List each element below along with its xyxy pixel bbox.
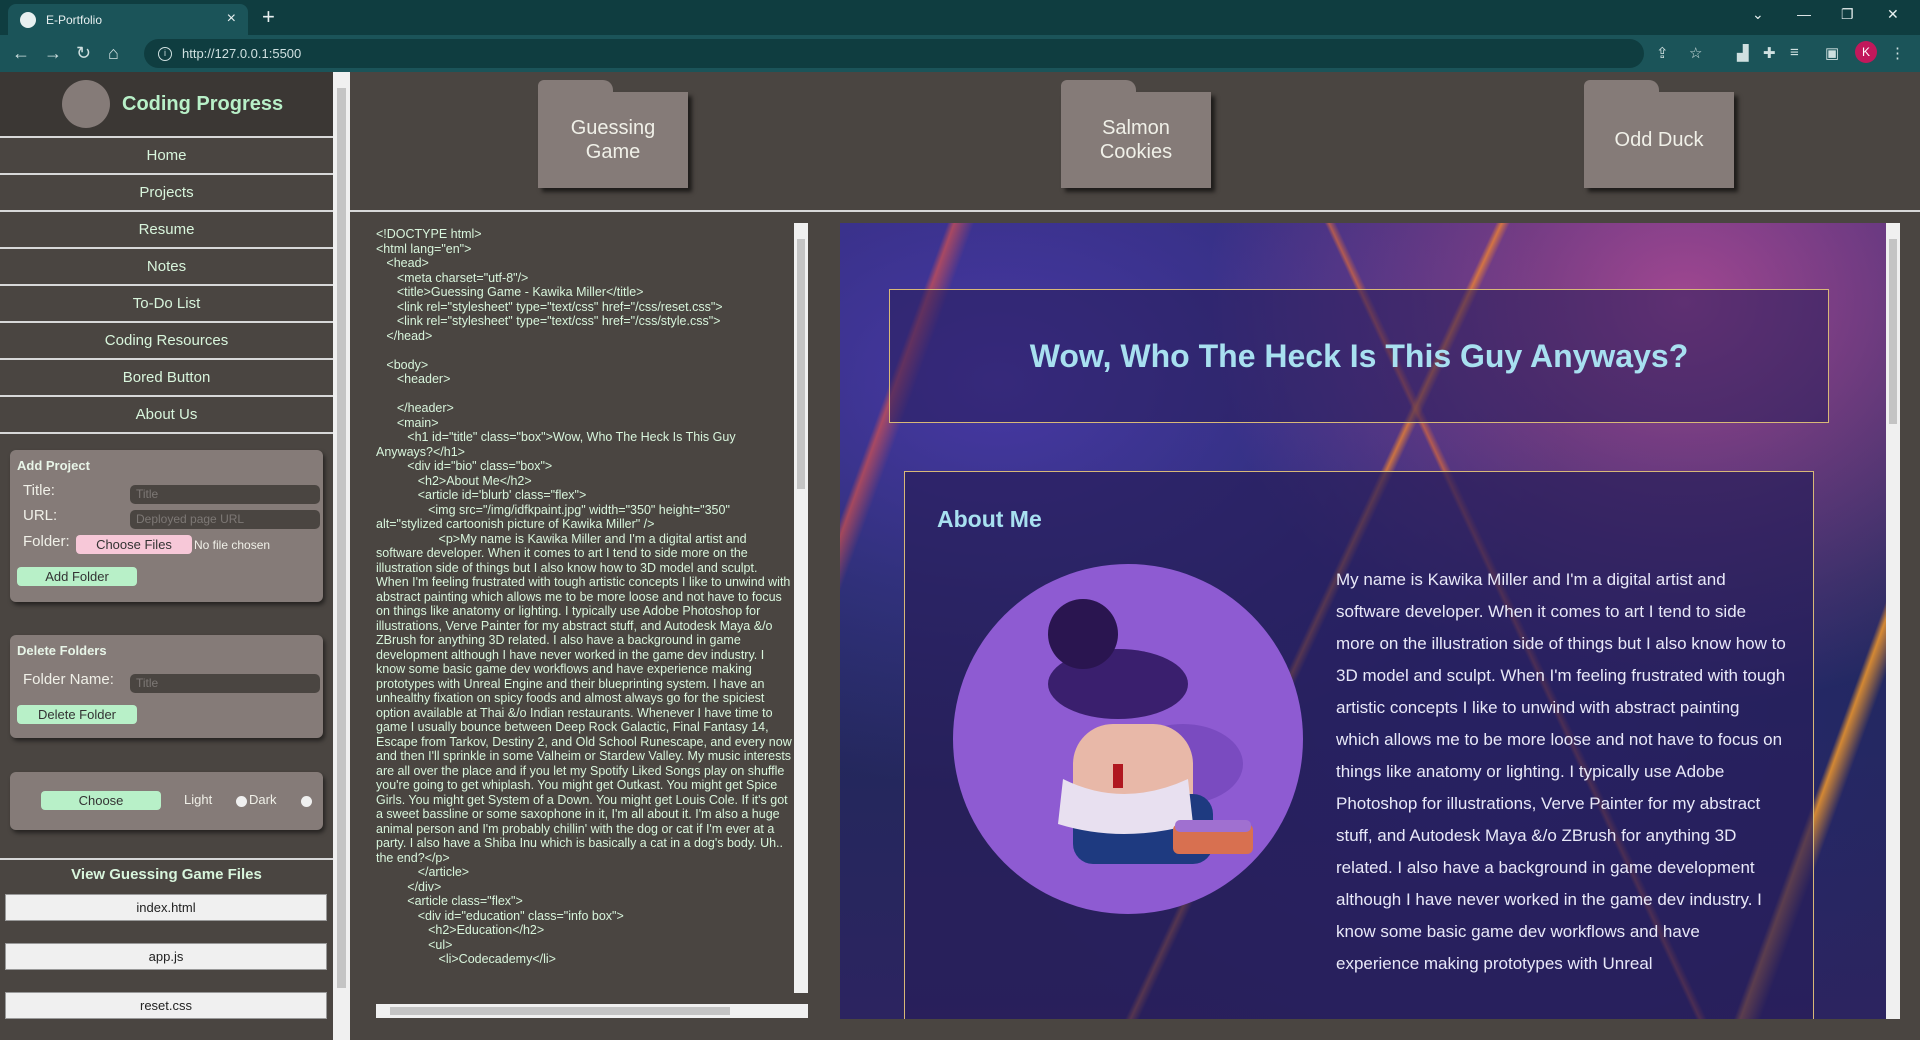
window-close-icon[interactable]: ✕: [1887, 6, 1899, 23]
add-project-card: Add Project Title: Title URL: Deployed p…: [10, 450, 323, 602]
preview-hero: Wow, Who The Heck Is This Guy Anyways?: [889, 289, 1829, 423]
sidebar-scroll-thumb[interactable]: [337, 88, 346, 988]
about-me-heading: About Me: [937, 506, 1042, 532]
favicon-icon: [20, 11, 36, 28]
site-info-icon[interactable]: i: [158, 46, 172, 61]
dark-radio[interactable]: [301, 796, 312, 807]
nav-item-about-us[interactable]: About Us: [0, 397, 333, 434]
address-bar[interactable]: i http://127.0.0.1:5500: [144, 39, 1644, 68]
dark-label: Dark: [249, 792, 277, 807]
file-button-app-js[interactable]: app.js: [5, 943, 327, 970]
folder-label: Guessing Game: [570, 117, 656, 163]
bookmark-star-icon[interactable]: ☆: [1689, 44, 1702, 62]
page-preview: Wow, Who The Heck Is This Guy Anyways? A…: [840, 223, 1895, 1019]
nav-item-resume[interactable]: Resume: [0, 212, 333, 249]
nav-item-projects[interactable]: Projects: [0, 175, 333, 212]
avatar-illustration: [953, 564, 1303, 914]
url-input[interactable]: Deployed page URL: [130, 510, 320, 529]
preview-scrollbar[interactable]: [1886, 223, 1900, 1019]
nav-item-todo[interactable]: To-Do List: [0, 286, 333, 323]
back-icon[interactable]: ←: [12, 43, 30, 64]
delete-folders-card: Delete Folders Folder Name: Title Delete…: [10, 635, 323, 738]
folder-label: Odd Duck: [1614, 129, 1704, 151]
preview-scroll-thumb[interactable]: [1889, 239, 1897, 424]
new-tab-icon[interactable]: +: [262, 4, 275, 30]
light-label: Light: [184, 792, 213, 807]
menu-kebab-icon[interactable]: ⋮: [1890, 44, 1905, 62]
nav-item-notes[interactable]: Notes: [0, 249, 333, 286]
delete-folder-button[interactable]: Delete Folder: [17, 705, 137, 724]
add-project-title: Add Project: [17, 458, 90, 473]
delete-folders-title: Delete Folders: [17, 643, 107, 658]
folder-guessing-game[interactable]: Guessing Game: [538, 80, 688, 188]
nav-list: Home Projects Resume Notes To-Do List Co…: [0, 138, 333, 434]
folder-odd-duck[interactable]: Odd Duck: [1584, 80, 1734, 188]
file-button-index-html[interactable]: index.html: [5, 894, 327, 921]
choose-files-button[interactable]: Choose Files: [76, 535, 192, 554]
file-button-reset-css[interactable]: reset.css: [5, 992, 327, 1019]
add-folder-button[interactable]: Add Folder: [17, 567, 137, 586]
url-text: http://127.0.0.1:5500: [182, 46, 302, 61]
extension-icon[interactable]: ▟: [1737, 44, 1749, 62]
code-vertical-scrollbar[interactable]: [794, 223, 808, 993]
title-input[interactable]: Title: [130, 485, 320, 504]
home-icon[interactable]: ⌂: [108, 43, 119, 64]
nav-item-bored-button[interactable]: Bored Button: [0, 360, 333, 397]
folders-bar: Guessing Game Salmon Cookies Odd Duck: [350, 72, 1920, 212]
side-panel-icon[interactable]: ▣: [1825, 44, 1839, 62]
choose-theme-button[interactable]: Choose: [41, 791, 161, 810]
folder-name-label: Folder Name:: [23, 671, 114, 688]
folder-label: Salmon Cookies: [1099, 117, 1173, 163]
browser-tab[interactable]: E-Portfolio ×: [8, 4, 248, 35]
code-viewer[interactable]: <!DOCTYPE html> <html lang="en"> <head> …: [376, 223, 808, 1019]
sidebar: Coding Progress Home Projects Resume Not…: [0, 72, 333, 1040]
tab-search-icon[interactable]: ⌄: [1752, 6, 1764, 23]
minimize-icon[interactable]: —: [1797, 6, 1811, 22]
browser-tab-bar: E-Portfolio × + ⌄ — ❐ ✕: [0, 0, 1920, 35]
url-label: URL:: [23, 507, 58, 524]
code-horizontal-scrollbar[interactable]: [376, 1004, 808, 1018]
preview-bio: About Me My name is Kawika Miller and I'…: [904, 471, 1814, 1019]
close-tab-icon[interactable]: ×: [227, 10, 236, 28]
share-icon[interactable]: ⇪: [1656, 44, 1669, 62]
folder-label: Folder:: [23, 533, 70, 550]
sidebar-scrollbar[interactable]: [333, 72, 350, 1040]
preview-heading: Wow, Who The Heck Is This Guy Anyways?: [1029, 337, 1689, 374]
light-radio[interactable]: [236, 796, 247, 807]
folder-salmon-cookies[interactable]: Salmon Cookies: [1061, 80, 1211, 188]
code-text: <!DOCTYPE html> <html lang="en"> <head> …: [376, 227, 792, 966]
media-control-icon[interactable]: ≡: [1790, 44, 1799, 61]
brand-logo: [62, 80, 110, 128]
files-title: View Guessing Game Files: [0, 858, 333, 883]
browser-toolbar: ← → ↻ ⌂ i http://127.0.0.1:5500 ⇪ ☆ ▟ ✚ …: [0, 35, 1920, 72]
restore-icon[interactable]: ❐: [1841, 6, 1854, 23]
profile-avatar[interactable]: K: [1855, 41, 1877, 63]
about-me-text: My name is Kawika Miller and I'm a digit…: [1336, 570, 1786, 973]
main-area: Guessing Game Salmon Cookies Odd Duck <!…: [350, 72, 1920, 1040]
title-label: Title:: [23, 482, 55, 499]
reload-icon[interactable]: ↻: [76, 43, 91, 64]
theme-card: Choose Light Dark: [10, 772, 323, 830]
nav-item-home[interactable]: Home: [0, 138, 333, 175]
tab-title: E-Portfolio: [46, 12, 103, 27]
nav-item-coding-resources[interactable]: Coding Resources: [0, 323, 333, 360]
code-hscroll-thumb[interactable]: [390, 1007, 730, 1015]
puzzle-extensions-icon[interactable]: ✚: [1763, 44, 1776, 62]
brand-title: Coding Progress: [122, 92, 284, 115]
forward-icon[interactable]: →: [44, 43, 62, 64]
brand: Coding Progress: [0, 72, 333, 138]
code-vscroll-thumb[interactable]: [797, 239, 805, 489]
folder-name-input[interactable]: Title: [130, 674, 320, 693]
no-file-text: No file chosen: [194, 538, 271, 552]
